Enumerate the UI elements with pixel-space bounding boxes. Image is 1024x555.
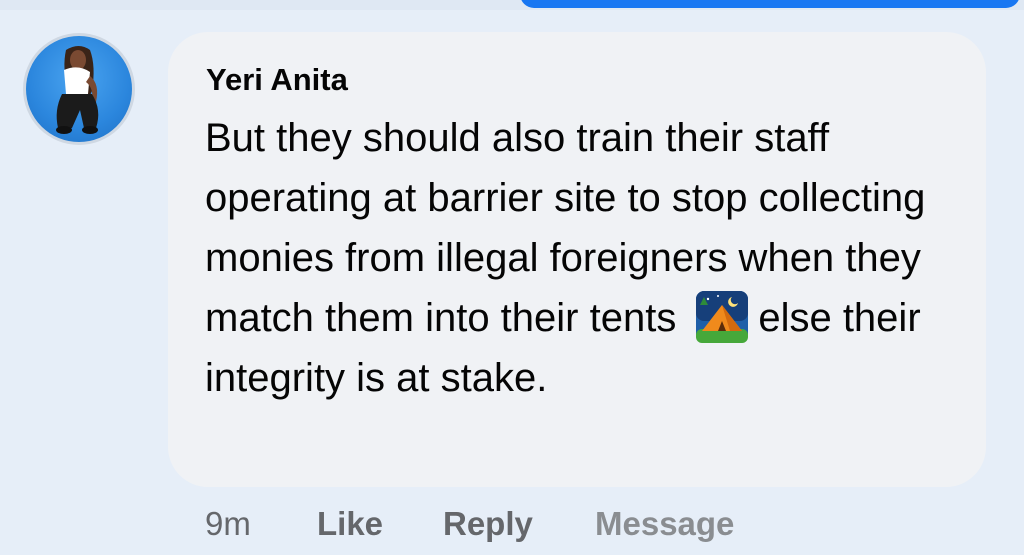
avatar-photo — [26, 36, 132, 142]
like-button[interactable]: Like — [317, 505, 383, 543]
top-blue-bar — [520, 0, 1020, 8]
person-silhouette-icon — [56, 46, 99, 134]
comment-author[interactable]: Yeri Anita — [206, 62, 348, 98]
avatar[interactable] — [23, 33, 135, 145]
comment-timestamp[interactable]: 9m — [205, 505, 251, 543]
message-button[interactable]: Message — [595, 505, 734, 543]
comment-text: But they should also train their staff o… — [205, 108, 975, 408]
reply-button[interactable]: Reply — [443, 505, 533, 543]
tent-icon — [696, 291, 749, 343]
